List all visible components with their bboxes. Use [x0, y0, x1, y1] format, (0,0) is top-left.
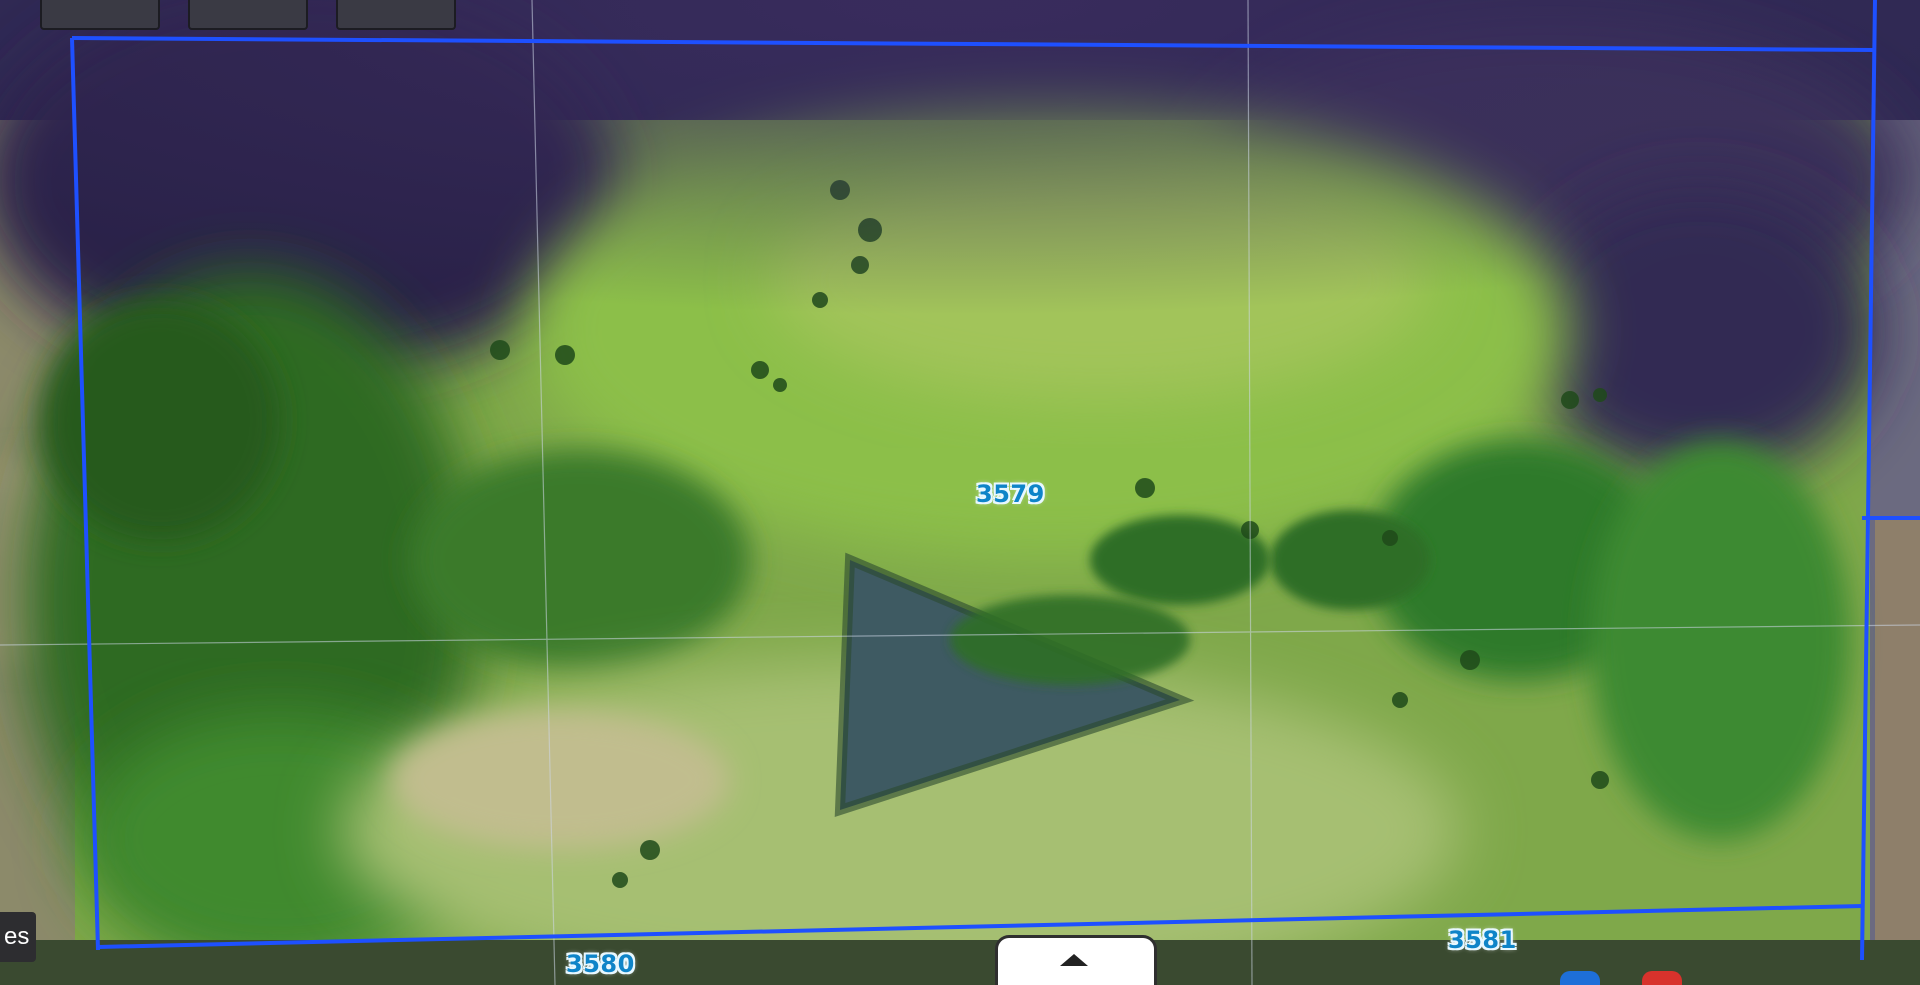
satellite-imagery	[0, 0, 1920, 985]
side-panel-tab-label: es	[4, 923, 30, 950]
map-view[interactable]: 3579 3580 3581 es	[0, 0, 1920, 985]
map-tab-3[interactable]	[336, 0, 456, 30]
parcel-label-3581[interactable]: 3581	[1448, 926, 1517, 954]
parcel-label-3579[interactable]: 3579	[976, 480, 1045, 508]
parcel-label-3580[interactable]: 3580	[566, 950, 635, 978]
side-panel-tab[interactable]: es	[0, 912, 36, 962]
map-tab-2[interactable]	[188, 0, 308, 30]
bottom-indicator-red	[1642, 971, 1682, 985]
expand-panel-button[interactable]	[995, 935, 1157, 985]
bottom-indicator-blue	[1560, 971, 1600, 985]
map-tab-1[interactable]	[40, 0, 160, 30]
chevron-up-icon	[1060, 954, 1088, 966]
